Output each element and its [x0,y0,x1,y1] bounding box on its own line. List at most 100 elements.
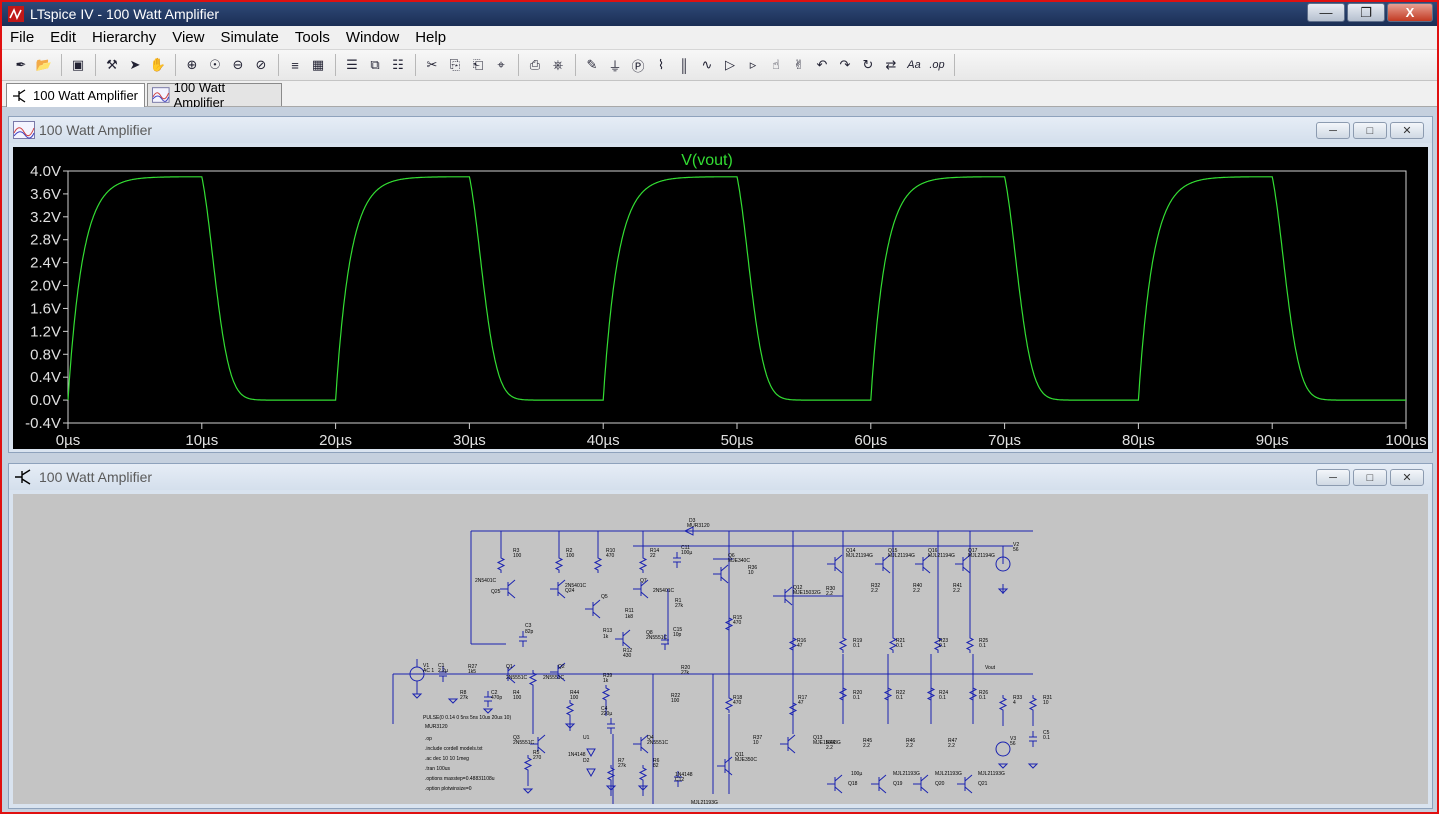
grid-icon[interactable]: ▦ [307,54,329,76]
undo-icon[interactable]: ↶ [811,54,833,76]
schematic-maximize-button[interactable]: □ [1353,469,1387,486]
title-bar: LTspice IV - 100 Watt Amplifier — ❐ X [2,2,1437,26]
zoom-cancel-icon[interactable]: ⊘ [250,54,272,76]
autorange-icon[interactable]: ≡ [284,54,306,76]
resistor-symbol [565,700,575,718]
zoom-area-icon[interactable]: ☉ [204,54,226,76]
cut-icon[interactable]: ✂ [421,54,443,76]
print-icon[interactable]: ⎈ [547,54,569,76]
wire [507,579,516,587]
tab-schematic[interactable]: 100 Watt Amplifier [6,83,145,107]
schematic-canvas[interactable]: D3 MUR3120 R3 100 R2 100 R10 470 R14 22 C11 100µ Q6 M… [13,494,1428,814]
wire [720,564,729,572]
wire [878,774,887,782]
ground-icon[interactable]: ⏚ [604,54,626,76]
capacitor-icon[interactable]: ║ [673,54,695,76]
toolbar-separator [335,54,336,76]
new-schematic-icon[interactable]: ✒ [10,54,32,76]
tile-vertical-icon[interactable]: ☷ [387,54,409,76]
wire [964,774,973,782]
schematic-label: U1 [583,735,590,741]
waveform-maximize-button[interactable]: □ [1353,122,1387,139]
move-icon[interactable]: ☝ [765,54,787,76]
y-tick-label: 0.0V [30,392,61,409]
minimize-button[interactable]: — [1307,3,1345,22]
schematic-label: Q20 [935,781,945,787]
tab-waveform-label: 100 Watt Amplifier [173,80,226,110]
schematic-label: 27k [681,670,690,676]
close-button[interactable]: X [1387,3,1433,22]
waveform-window-titlebar[interactable]: 100 Watt Amplifier [9,117,1432,143]
control-panel-icon[interactable]: ⚒ [101,54,123,76]
diode-icon[interactable]: ▷ [719,54,741,76]
schematic-label: Q18 [848,781,858,787]
paste-icon[interactable]: ⎗ [467,54,489,76]
schematic-minimize-button[interactable]: ─ [1316,469,1350,486]
run-icon[interactable]: ➤ [124,54,146,76]
wire [882,566,891,574]
schematic-window-titlebar[interactable]: 100 Watt Amplifier [9,464,1432,490]
schematic-label: 27k [675,603,684,609]
wire-icon[interactable]: ✎ [581,54,603,76]
restore-button[interactable]: ❐ [1347,3,1385,22]
toolbar-separator [278,54,279,76]
pan-icon[interactable]: ✋ [147,54,169,76]
menu-file[interactable]: File [2,29,42,46]
schematic-label: Q21 [978,781,988,787]
wire [640,591,649,599]
spice-directive-icon[interactable]: .op [926,54,948,76]
schematic-close-button[interactable]: ✕ [1390,469,1424,486]
y-tick-label: 0.8V [30,346,61,363]
open-icon[interactable]: 📂 [33,54,55,76]
label-icon[interactable]: Ⓟ [627,54,649,76]
menu-view[interactable]: View [164,29,212,46]
ground-symbol [482,708,494,714]
save-icon[interactable]: ▣ [67,54,89,76]
menu-tools[interactable]: Tools [287,29,338,46]
resistor-icon[interactable]: ⌇ [650,54,672,76]
rotate-icon[interactable]: ↻ [857,54,879,76]
waveform-plot-svg[interactable]: 4.0V 3.6V 3.2V 2.8V 2.4V 2.0V 1.6V 1.2V 0.8V 0.4V… [13,147,1428,449]
toolbar: ✒ 📂 ▣ ⚒ ➤ ✋ ⊕ ☉ ⊖ ⊘ ≡ ▦ ☰ ⧉ ☷ ✂ ⎘ ⎗ ⌖ ⎙ ⎈ ✎ ⏚ Ⓟ ⌇ ║ ∿ ▷ ▹ ☝ ✌ ↶ ↷ ↻ ⇄ Aa .op [2,50,1437,81]
schematic-label: 2N5401C [653,588,675,594]
schematic-label: 100 [513,553,522,559]
schematic-label: 100 [570,695,579,701]
menu-simulate[interactable]: Simulate [212,29,286,46]
schematic-label: 0.1 [939,643,946,649]
schematic-drawing[interactable]: D3MUR3120R3100R2100R10470R1422C11100µ Q6M… [13,494,1428,814]
wire [964,786,973,794]
menu-help[interactable]: Help [407,29,454,46]
schematic-label: .ac dec 10 10 1meg [425,756,469,762]
trace-name-label: V(vout) [681,152,733,169]
x-tick-label: 0µs [56,432,81,449]
waveform-plot-area[interactable]: 4.0V 3.6V 3.2V 2.8V 2.4V 2.0V 1.6V 1.2V 0.8V 0.4V… [13,147,1428,449]
waveform-close-button[interactable]: ✕ [1390,122,1424,139]
inductor-icon[interactable]: ∿ [696,54,718,76]
redo-icon[interactable]: ↷ [834,54,856,76]
menu-edit[interactable]: Edit [42,29,84,46]
schematic-label: 56 [1010,741,1016,747]
copy-icon[interactable]: ⎘ [444,54,466,76]
tile-horizontal-icon[interactable]: ☰ [341,54,363,76]
print-preview-icon[interactable]: ⎙ [524,54,546,76]
waveform-minimize-button[interactable]: ─ [1316,122,1350,139]
text-icon[interactable]: Aa [903,54,925,76]
tab-waveform[interactable]: 100 Watt Amplifier [147,80,282,110]
find-icon[interactable]: ⌖ [490,54,512,76]
schematic-label: 100µ [851,771,862,777]
schematic-label: 470p [491,695,502,701]
menu-hierarchy[interactable]: Hierarchy [84,29,164,46]
y-tick-label: 2.4V [30,255,61,272]
schematic-label: 220µ [601,711,612,717]
component-icon[interactable]: ▹ [742,54,764,76]
schematic-label: 2.2 [826,745,833,751]
menu-window[interactable]: Window [338,29,407,46]
mirror-icon[interactable]: ⇄ [880,54,902,76]
schematic-tab-icon [13,88,26,103]
zoom-out-icon[interactable]: ⊖ [227,54,249,76]
cascade-icon[interactable]: ⧉ [364,54,386,76]
drag-icon[interactable]: ✌ [788,54,810,76]
zoom-in-icon[interactable]: ⊕ [181,54,203,76]
y-tick-label: 1.6V [30,300,61,317]
x-tick-label: 70µs [988,432,1021,449]
